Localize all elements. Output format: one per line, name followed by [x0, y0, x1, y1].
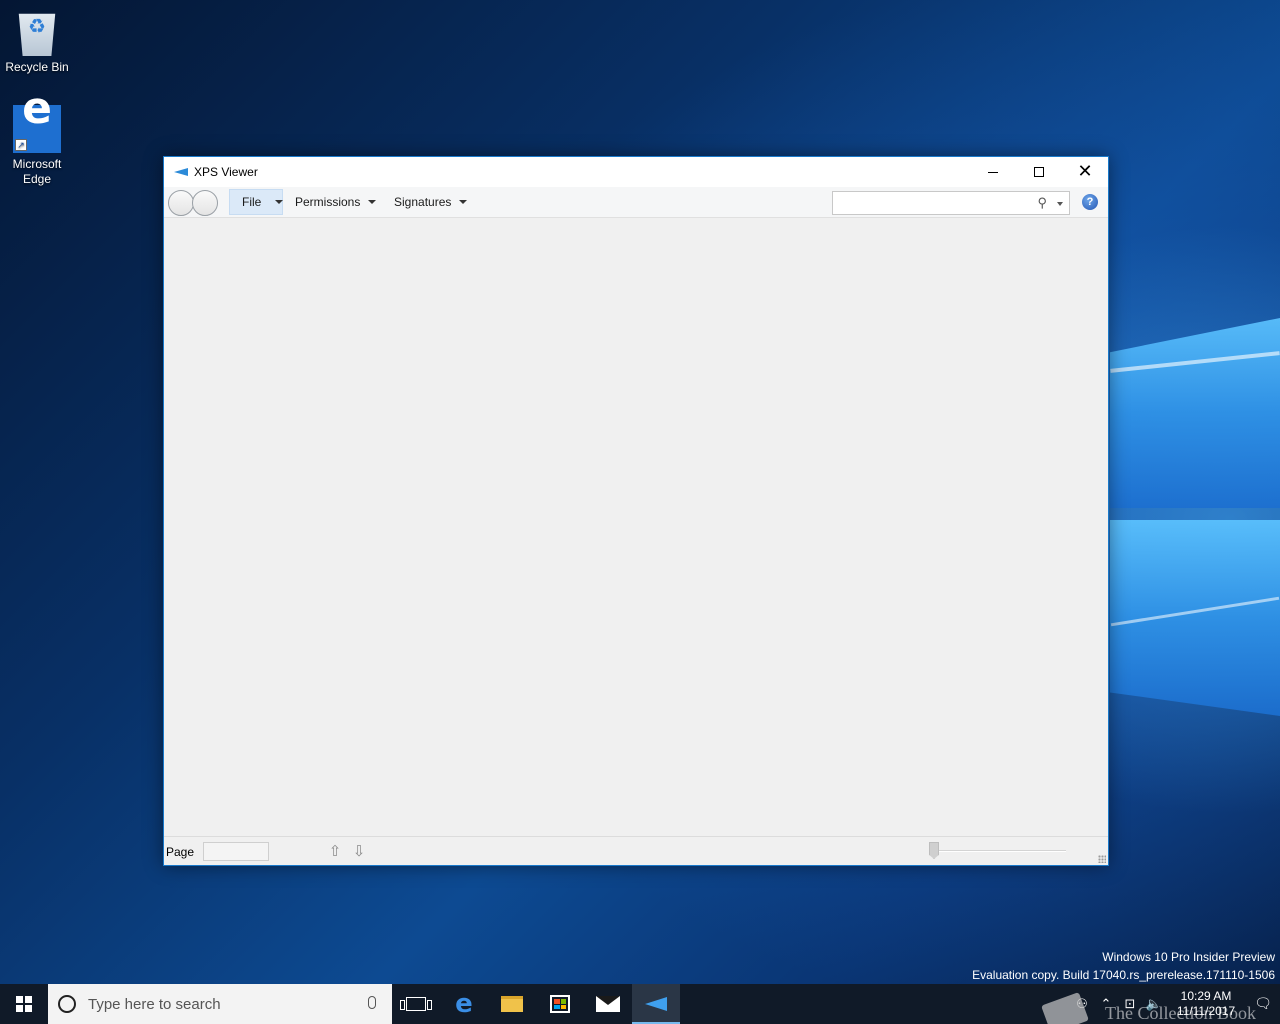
- forward-button[interactable]: [192, 190, 218, 216]
- minimize-button[interactable]: [970, 157, 1016, 187]
- previous-page-button[interactable]: ⇧: [326, 841, 344, 861]
- search-icon[interactable]: ⚲: [1037, 195, 1047, 211]
- chevron-down-icon: [275, 200, 284, 204]
- microphone-icon[interactable]: [368, 996, 376, 1009]
- document-view-area[interactable]: [164, 219, 1108, 836]
- signatures-menu[interactable]: Signatures: [394, 189, 468, 215]
- desktop-icon-recycle-bin[interactable]: Recycle Bin: [0, 8, 74, 75]
- help-button[interactable]: ?: [1082, 194, 1098, 210]
- build-watermark-line2: Evaluation copy. Build 17040.rs_prerelea…: [972, 968, 1275, 982]
- xps-viewer-window: XPS Viewer ✕ File Permissions Signatures…: [163, 156, 1109, 866]
- task-view-icon: [400, 997, 432, 1011]
- status-bar: Page ⇧ ⇩: [164, 836, 1108, 865]
- taskbar-mail-button[interactable]: [584, 984, 632, 1024]
- desktop-icon-microsoft-edge[interactable]: ↗ Microsoft Edge: [0, 101, 74, 187]
- permissions-menu-label: Permissions: [295, 195, 361, 209]
- resize-grip-icon[interactable]: [1098, 855, 1106, 863]
- edge-icon: ↗: [13, 101, 61, 153]
- mail-icon: [596, 996, 620, 1012]
- chevron-down-icon: [368, 200, 377, 204]
- desktop-icon-label: Microsoft Edge: [12, 157, 62, 186]
- page-number-input[interactable]: [203, 842, 269, 861]
- wallpaper-window-pane-top: [1110, 318, 1280, 508]
- maximize-icon: [1034, 167, 1044, 177]
- file-menu-label: File: [242, 195, 262, 209]
- search-options-dropdown[interactable]: [1057, 202, 1063, 206]
- navigation-buttons: [168, 190, 218, 216]
- taskbar-xps-viewer-button[interactable]: [632, 984, 680, 1024]
- taskbar-file-explorer-button[interactable]: [488, 984, 536, 1024]
- window-title: XPS Viewer: [194, 165, 258, 179]
- page-label: Page: [166, 845, 195, 859]
- taskbar-search-box[interactable]: [48, 984, 392, 1024]
- search-box: ⚲: [832, 191, 1070, 215]
- title-bar[interactable]: XPS Viewer ✕: [164, 157, 1108, 187]
- close-button[interactable]: ✕: [1062, 157, 1108, 187]
- wallpaper-window-pane-bottom: [1110, 520, 1280, 716]
- file-menu[interactable]: File: [229, 189, 284, 215]
- window-controls: ✕: [970, 157, 1108, 187]
- minimize-icon: [988, 171, 998, 173]
- taskbar-search-input[interactable]: [88, 995, 348, 1013]
- zoom-slider-thumb[interactable]: [929, 842, 939, 859]
- back-button[interactable]: [168, 190, 194, 216]
- folder-icon: [501, 996, 523, 1012]
- xps-viewer-app-icon: [174, 166, 190, 178]
- toolbar: File Permissions Signatures ⚲ ?: [164, 187, 1108, 218]
- search-input[interactable]: [833, 192, 1023, 214]
- next-page-button[interactable]: ⇩: [350, 841, 368, 861]
- collection-book-watermark: The Collection Book: [1041, 992, 1256, 1024]
- shortcut-arrow-icon: ↗: [15, 139, 27, 151]
- build-watermark-line1: Windows 10 Pro Insider Preview: [1102, 950, 1275, 964]
- zoom-slider-track[interactable]: [932, 850, 1066, 852]
- edge-icon: e: [455, 989, 473, 1019]
- windows-logo-icon: [16, 996, 32, 1012]
- close-icon: ✕: [1077, 161, 1093, 182]
- collection-book-text: The Collection Book: [1105, 1002, 1256, 1023]
- chevron-down-icon: [459, 200, 468, 204]
- taskbar-store-button[interactable]: [536, 984, 584, 1024]
- maximize-button[interactable]: [1016, 157, 1062, 187]
- xps-viewer-icon: [645, 997, 667, 1011]
- taskbar-edge-button[interactable]: e: [440, 984, 488, 1024]
- cortana-icon: [58, 995, 76, 1013]
- start-button[interactable]: [0, 984, 48, 1024]
- store-icon: [550, 995, 570, 1013]
- task-view-button[interactable]: [392, 984, 440, 1024]
- recycle-bin-icon: [18, 13, 56, 56]
- permissions-menu[interactable]: Permissions: [295, 189, 377, 215]
- signatures-menu-label: Signatures: [394, 195, 452, 209]
- desktop-icon-label: Recycle Bin: [5, 60, 69, 74]
